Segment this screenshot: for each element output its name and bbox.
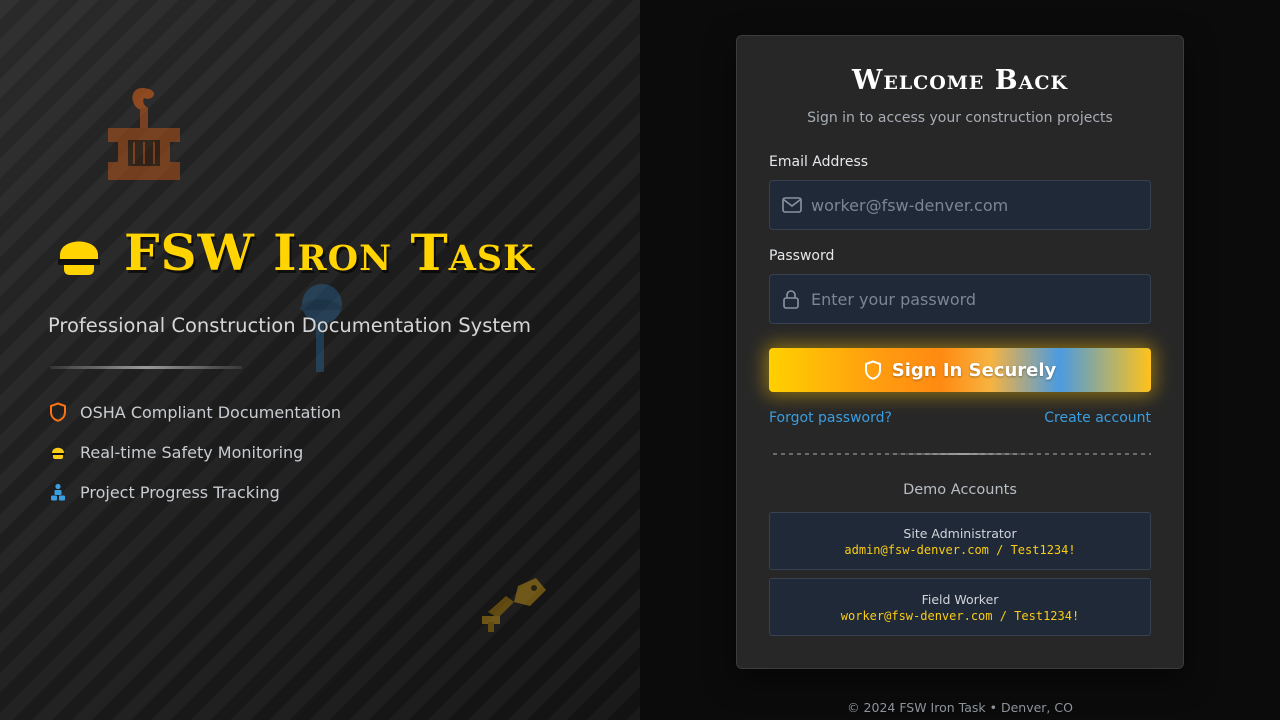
feature-item-safety: Real-time Safety Monitoring (48, 432, 341, 472)
email-field[interactable] (769, 180, 1151, 230)
shield-icon (864, 360, 884, 380)
login-title: Welcome Back (852, 65, 1068, 96)
password-input[interactable] (811, 275, 1150, 323)
shield-icon (48, 402, 68, 422)
demo-account-worker[interactable]: Field Worker worker@fsw-denver.com / Tes… (769, 578, 1151, 636)
crane-icon (108, 88, 180, 180)
brand-header: FSW Iron Task (56, 222, 535, 282)
email-input[interactable] (811, 181, 1150, 229)
demo-account-credentials: worker@fsw-denver.com / Test1234! (840, 608, 1080, 623)
hero-panel: FSW Iron Task Professional Construction … (0, 0, 640, 720)
forgot-password-link[interactable]: Forgot password? (769, 410, 892, 426)
sign-in-label: Sign In Securely (891, 359, 1057, 381)
lock-icon (782, 289, 802, 309)
demo-account-admin[interactable]: Site Administrator admin@fsw-denver.com … (769, 512, 1151, 570)
hero-divider (50, 366, 242, 369)
create-account-link[interactable]: Create account (1044, 410, 1151, 426)
password-field[interactable] (769, 274, 1151, 324)
card-divider (773, 453, 1151, 455)
hero-subtitle: Professional Construction Documentation … (48, 314, 531, 337)
feature-item-progress: Project Progress Tracking (48, 472, 341, 512)
hard-hat-icon (58, 241, 100, 275)
password-label: Password (769, 248, 835, 264)
demo-account-credentials: admin@fsw-denver.com / Test1234! (844, 542, 1076, 557)
drill-icon (482, 578, 546, 632)
login-card: Welcome Back Sign in to access your cons… (736, 35, 1184, 669)
people-icon (48, 482, 68, 502)
hard-hat-icon (48, 442, 68, 462)
email-label: Email Address (769, 154, 869, 170)
feature-label: Real-time Safety Monitoring (80, 442, 304, 462)
feature-list: OSHA Compliant Documentation Real-time S… (48, 392, 341, 512)
feature-label: Project Progress Tracking (80, 482, 280, 502)
brand-title: FSW Iron Task (124, 222, 535, 282)
login-subtitle: Sign in to access your construction proj… (807, 110, 1113, 126)
footer-copyright: © 2024 FSW Iron Task • Denver, CO (847, 700, 1073, 715)
demo-accounts-heading: Demo Accounts (903, 482, 1017, 498)
feature-label: OSHA Compliant Documentation (80, 402, 342, 422)
demo-account-role: Site Administrator (903, 525, 1017, 541)
demo-account-role: Field Worker (921, 591, 999, 607)
mail-icon (782, 195, 802, 215)
feature-item-osha: OSHA Compliant Documentation (48, 392, 341, 432)
sign-in-button[interactable]: Sign In Securely (769, 348, 1151, 392)
